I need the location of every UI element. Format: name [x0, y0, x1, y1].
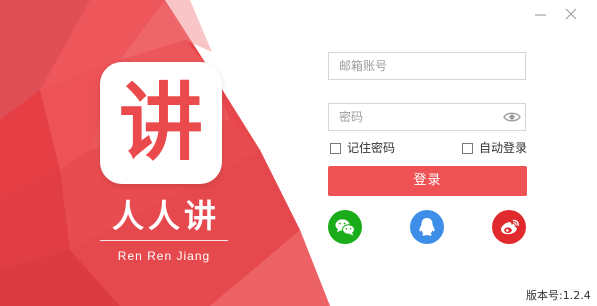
weibo-icon	[501, 219, 519, 235]
eye-icon[interactable]	[503, 110, 521, 124]
version-label: 版本号:1.2.4	[526, 289, 591, 302]
remember-password-checkbox[interactable]: 记住密码	[330, 140, 395, 156]
minimize-icon	[535, 14, 546, 16]
auto-login-checkbox[interactable]: 自动登录	[462, 140, 527, 156]
weibo-login-button[interactable]	[492, 210, 526, 244]
wechat-login-button[interactable]	[328, 210, 362, 244]
brand-name: 人人讲	[111, 197, 220, 235]
password-input[interactable]	[329, 104, 525, 130]
auto-login-label: 自动登录	[479, 141, 528, 155]
remember-password-label: 记住密码	[347, 141, 396, 155]
email-field-wrapper	[328, 52, 526, 80]
qq-icon	[419, 218, 435, 236]
qq-login-button[interactable]	[410, 210, 444, 244]
remember-checkbox-box[interactable]	[330, 142, 341, 154]
login-window: 讲 人人讲 Ren Ren Jiang 记住密码 自动登录 登录	[0, 0, 597, 306]
brand-pinyin: Ren Ren Jiang	[117, 249, 211, 263]
auto-login-checkbox-box[interactable]	[462, 142, 473, 154]
brand-divider	[100, 240, 228, 241]
close-icon	[565, 8, 577, 20]
email-input[interactable]	[329, 53, 525, 79]
login-button[interactable]: 登录	[328, 166, 527, 196]
minimize-button[interactable]	[531, 4, 551, 24]
wechat-icon	[335, 219, 355, 236]
close-button[interactable]	[561, 4, 581, 24]
password-field-wrapper	[328, 103, 526, 131]
logo-character: 讲	[118, 74, 203, 172]
app-logo: 讲	[100, 62, 222, 184]
